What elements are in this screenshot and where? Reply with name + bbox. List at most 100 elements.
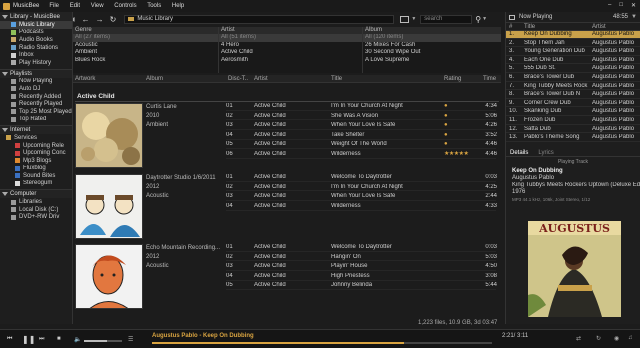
track-row[interactable]: 01 Active Child I'm In Your Church At Nigh…	[226, 103, 497, 111]
now-playing-row[interactable]: 10. Skanking Dub Augustus Pablo	[506, 108, 640, 116]
repeat-icon[interactable]: ↻	[596, 335, 601, 342]
sidebar-item[interactable]: Music Library	[0, 21, 72, 29]
track-row[interactable]: 02 Active Child Hangin' On 5:03	[226, 254, 497, 262]
filter-row[interactable]: A Love Supreme	[363, 57, 501, 65]
column-artwork[interactable]: Artwork	[75, 75, 95, 83]
album-filter-header[interactable]: Album	[363, 27, 501, 34]
album-artwork[interactable]	[75, 174, 143, 239]
sidebar-item[interactable]: Sound Bites	[0, 172, 72, 180]
sidebar-item[interactable]: Mp3 Blogs	[0, 157, 72, 165]
column-rating[interactable]: Rating	[444, 75, 461, 83]
location-bar[interactable]: Music Library	[124, 14, 395, 24]
track-row[interactable]: 05 Active Child Weight Of The World ● 4:46	[226, 141, 497, 150]
now-playing-row[interactable]: 3. Young Generation Dub Augustus Pablo	[506, 48, 640, 56]
album-artwork[interactable]	[75, 244, 143, 309]
sidebar-item[interactable]: Audio Books	[0, 36, 72, 44]
menu-help[interactable]: Help	[172, 3, 184, 9]
track-row[interactable]: 06 Active Child Wilderness ★★★★★ 4:46	[226, 151, 497, 159]
stop-icon[interactable]: ■	[57, 336, 64, 343]
column-time[interactable]: Time	[483, 75, 496, 83]
column-artist[interactable]: Artist	[254, 75, 268, 83]
filter-row[interactable]: All (120 items)	[363, 34, 501, 42]
tab-details[interactable]: Details	[510, 150, 528, 156]
library-section-header[interactable]: Library - MusicBee	[0, 12, 72, 21]
shuffle-icon[interactable]: ⇄	[576, 335, 581, 342]
sidebar-item[interactable]: Fluxblog	[0, 165, 72, 173]
sidebar-item[interactable]: Podcasts	[0, 29, 72, 37]
previous-icon[interactable]: ⏮	[7, 336, 14, 343]
view-dropdown-icon[interactable]: ▼	[411, 16, 416, 22]
volume-icon[interactable]: 🔈	[74, 336, 81, 343]
track-row[interactable]: 03 Active Child When Your Love Is Safe ● 4:2…	[226, 122, 497, 130]
menu-controls[interactable]: Controls	[114, 3, 136, 9]
sidebar-item[interactable]: Libraries	[0, 198, 72, 206]
seek-bar[interactable]	[152, 342, 492, 344]
filter-row[interactable]: 30 Second Wipe Out	[363, 49, 501, 57]
track-row[interactable]: 03 Active Child Playin' House 4:50	[226, 263, 497, 271]
sidebar-item[interactable]: Now Playing	[0, 78, 72, 86]
sidebar-item[interactable]: Top Rated	[0, 116, 72, 124]
column-title[interactable]: Title	[524, 23, 535, 31]
now-playing-row[interactable]: 6. Brace's Tower Dub Augustus Pablo	[506, 74, 640, 82]
menu-edit[interactable]: Edit	[70, 3, 80, 9]
scrobble-icon[interactable]: ◉	[614, 335, 619, 342]
minimize-icon[interactable]: –	[608, 2, 611, 9]
filter-row[interactable]: Active Child	[219, 49, 362, 57]
sidebar-item[interactable]: Recently Added	[0, 93, 72, 101]
artist-filter-header[interactable]: Artist	[219, 27, 362, 34]
autodj-icon[interactable]: ♫	[628, 335, 633, 341]
filter-row[interactable]: Ambient	[73, 49, 218, 57]
sidebar-item[interactable]: Radio Stations	[0, 44, 72, 52]
volume-slider[interactable]	[84, 340, 122, 342]
now-playing-row[interactable]: 12. Satta Dub Augustus Pablo	[506, 126, 640, 134]
filter-row[interactable]: 4 Hero	[219, 42, 362, 50]
view-layout-icon[interactable]	[400, 15, 410, 23]
sidebar-item[interactable]: Upcoming Conc	[0, 149, 72, 157]
sidebar-item[interactable]: Stereogum	[0, 180, 72, 188]
column-title[interactable]: Title	[331, 75, 342, 83]
filter-row[interactable]: Acoustic	[73, 42, 218, 50]
now-playing-row[interactable]: 9. Corner Crew Dub Augustus Pablo	[506, 100, 640, 108]
filter-row[interactable]: Aerosmith	[219, 57, 362, 65]
services-folder[interactable]: Services	[0, 134, 72, 142]
tab-lyrics[interactable]: Lyrics	[538, 150, 553, 156]
sidebar-item[interactable]: Upcoming Rele	[0, 142, 72, 150]
track-row[interactable]: 02 Active Child I'm In Your Church At Nigh…	[226, 184, 497, 192]
sidebar-item[interactable]: Auto DJ	[0, 85, 72, 93]
now-playing-row[interactable]: 2. Stop Them Jah Augustus Pablo	[506, 40, 640, 48]
rating-icon[interactable]: ●	[444, 103, 484, 111]
filter-row[interactable]: Blues Rock	[73, 57, 218, 65]
search-icon[interactable]: ⚲	[475, 15, 481, 24]
now-playing-row[interactable]: 8. Brace's Tower Dub N Augustus Pablo	[506, 91, 640, 99]
now-playing-row[interactable]: 13. Pablo's Theme Song Augustus Pablo	[506, 134, 640, 142]
rating-icon[interactable]: ●	[444, 141, 484, 149]
now-playing-row[interactable]: 5. 555 Dub St. Augustus Pablo	[506, 65, 640, 73]
column-artist[interactable]: Artist	[592, 23, 606, 31]
computer-section-header[interactable]: Computer	[0, 189, 72, 199]
sidebar-item[interactable]: Local Disk (C:)	[0, 206, 72, 214]
column-index[interactable]: #	[509, 23, 512, 31]
filter-row[interactable]: 26 Mixes For Cash	[363, 42, 501, 50]
filter-row[interactable]: All (51 items)	[219, 34, 362, 42]
refresh-icon[interactable]: ↻	[110, 15, 117, 24]
genre-filter-header[interactable]: Genre	[73, 27, 218, 34]
rating-icon[interactable]: ●	[444, 132, 484, 140]
now-playing-row[interactable]: 4. Each One Dub Augustus Pablo	[506, 57, 640, 65]
panel-dropdown-icon[interactable]: ▼	[631, 14, 637, 20]
track-row[interactable]: 04 Active Child Take Shelter ● 3:52	[226, 132, 497, 140]
menu-tools[interactable]: Tools	[147, 3, 161, 9]
sidebar-item[interactable]: Play History	[0, 59, 72, 67]
track-row[interactable]: 01 Active Child Welcome To Daytrotter 0:03	[226, 244, 497, 252]
filter-row[interactable]: All (27 items)	[73, 34, 218, 42]
track-row[interactable]: 05 Active Child Johnny Belinda 5:44	[226, 282, 497, 291]
rating-icon[interactable]: ★★★★★	[444, 151, 484, 159]
track-row[interactable]: 01 Active Child Welcome To Daytrotter 0:03	[226, 174, 497, 182]
now-playing-row[interactable]: 11. Frozen Dub Augustus Pablo	[506, 117, 640, 125]
column-album[interactable]: Album	[146, 75, 163, 83]
menu-view[interactable]: View	[91, 3, 104, 9]
rating-icon[interactable]: ●	[444, 113, 484, 121]
column-disc-track[interactable]: Disc-T..	[228, 75, 248, 83]
playlists-section-header[interactable]: Playlists	[0, 68, 72, 78]
sidebar-item[interactable]: Inbox	[0, 51, 72, 59]
track-row[interactable]: 04 Active Child Wilderness 4:33	[226, 203, 497, 211]
